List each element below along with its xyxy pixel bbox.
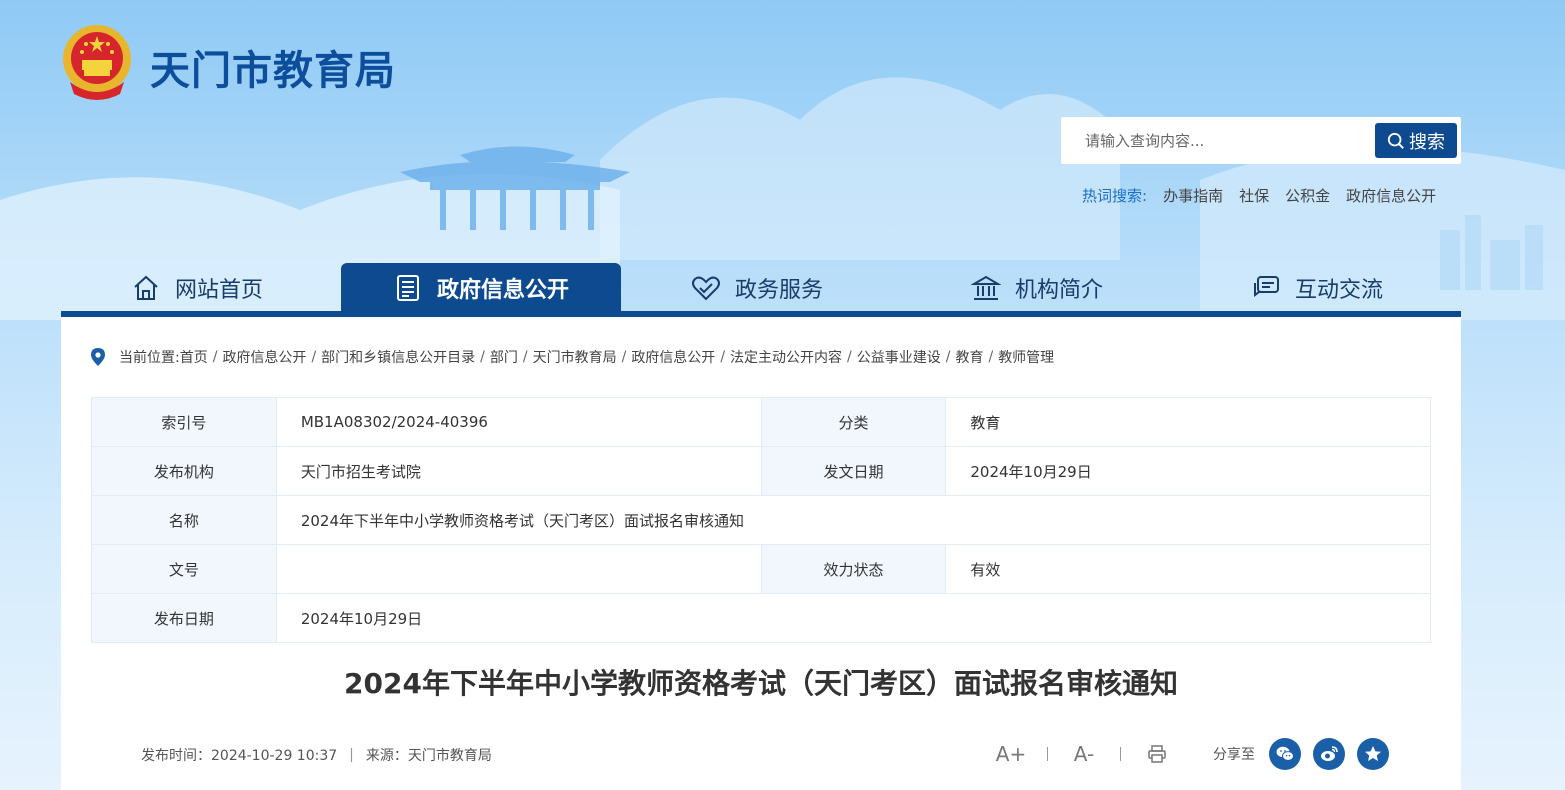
national-emblem-icon [63, 25, 131, 100]
article-source: 来源：天门市教育局 [365, 748, 492, 764]
hot-search-label: 热词搜索: [1082, 187, 1148, 205]
share-favorite-button[interactable] [1357, 738, 1389, 770]
nav-item-label: 政务服务 [735, 278, 824, 303]
category-value: 教育 [945, 397, 1431, 447]
breadcrumb-item[interactable]: 部门 [490, 347, 518, 367]
printer-icon [1148, 745, 1166, 763]
publisher-label: 发布机构 [91, 446, 277, 496]
breadcrumb-item[interactable]: 天门市教育局 [533, 347, 617, 367]
publish-time: 发布时间：2024-10-29 10:37 [141, 748, 338, 764]
breadcrumb-item[interactable]: 政府信息公开 [631, 347, 715, 367]
breadcrumb: 当前位置: 首页 / 政府信息公开 / 部门和乡镇信息公开目录 / 部门 / 天门市教育… [91, 347, 1054, 367]
category-label: 分类 [760, 397, 947, 447]
nav-item-services[interactable]: 政务服务 [691, 263, 823, 313]
hot-link-housing-fund[interactable]: 公积金 [1285, 185, 1330, 206]
star-icon [1365, 746, 1381, 761]
nav-item-gov-info[interactable]: 政府信息公开 [341, 263, 621, 313]
status-value: 有效 [945, 544, 1431, 594]
index-value: MB1A08302/2024-40396 [275, 397, 762, 447]
nav-item-institution[interactable]: 机构简介 [971, 263, 1103, 313]
search-input[interactable] [1085, 129, 1365, 153]
issue-date-value: 2024年10月29日 [945, 446, 1431, 496]
name-value: 2024年下半年中小学教师资格考试（天门考区）面试报名审核通知 [275, 495, 1432, 545]
breadcrumb-item[interactable]: 教育 [955, 347, 983, 367]
font-smaller-button[interactable]: A- [1070, 740, 1098, 768]
breadcrumb-item[interactable]: 法定主动公开内容 [730, 347, 842, 367]
issue-date-label: 发文日期 [760, 446, 947, 496]
search-button-label: 搜索 [1409, 131, 1445, 153]
hot-link-social-security[interactable]: 社保 [1239, 185, 1269, 206]
nav-item-label: 政府信息公开 [436, 278, 569, 303]
table-row: 发布机构 天门市招生考试院 发文日期 2024年10月29日 [91, 446, 1431, 496]
font-larger-button[interactable]: A+ [996, 740, 1026, 768]
breadcrumb-item[interactable]: 首页 [180, 347, 208, 367]
doc-number-value [275, 544, 762, 594]
chat-icon [1254, 276, 1279, 297]
weibo-icon [1321, 746, 1338, 761]
index-label: 索引号 [91, 397, 277, 447]
publisher-value: 天门市招生考试院 [275, 446, 762, 496]
table-row: 文号 效力状态 有效 [91, 544, 1431, 594]
status-label: 效力状态 [760, 544, 947, 594]
pub-date-label: 发布日期 [91, 593, 277, 643]
main-nav: 网站首页 政府信息公开 政务服务 机构简介 互动交流 [61, 263, 1461, 318]
nav-item-label: 网站首页 [175, 278, 264, 303]
nav-item-label: 机构简介 [1015, 278, 1104, 303]
article-tools: A+ A- 分享至 [996, 737, 1401, 771]
main-content: 当前位置: 首页 / 政府信息公开 / 部门和乡镇信息公开目录 / 部门 / 天门市教育… [61, 317, 1461, 790]
search-button[interactable]: 搜索 [1375, 123, 1457, 158]
share-wechat-button[interactable] [1269, 738, 1301, 770]
hot-search: 热词搜索: 办事指南 社保 公积金 政府信息公开 [1082, 185, 1436, 206]
share-weibo-button[interactable] [1313, 738, 1345, 770]
breadcrumb-item[interactable]: 教师管理 [998, 347, 1054, 367]
hot-link-guide[interactable]: 办事指南 [1163, 185, 1223, 206]
home-icon [134, 275, 158, 300]
table-row: 名称 2024年下半年中小学教师资格考试（天门考区）面试报名审核通知 [91, 495, 1432, 545]
location-pin-icon [91, 348, 105, 366]
search-icon [1387, 132, 1404, 149]
breadcrumb-item[interactable]: 部门和乡镇信息公开目录 [321, 347, 475, 367]
hot-link-gov-info[interactable]: 政府信息公开 [1346, 185, 1436, 206]
wechat-icon [1276, 746, 1294, 761]
nav-item-label: 互动交流 [1295, 278, 1384, 303]
search-box: 搜索 [1061, 117, 1461, 164]
print-button[interactable] [1143, 740, 1171, 768]
institution-icon [971, 275, 1001, 300]
heart-hands-icon [692, 276, 720, 301]
site-title: 天门市教育局 [150, 48, 396, 94]
name-label: 名称 [91, 495, 277, 545]
article-info-bar: 发布时间：2024-10-29 10:37 | 来源：天门市教育局 [141, 747, 492, 764]
share-label: 分享至 [1213, 747, 1255, 763]
document-metadata-table: 索引号 MB1A08302/2024-40396 分类 教育 发布机构 天门市招… [91, 397, 1432, 643]
breadcrumb-label: 当前位置: [119, 350, 180, 366]
breadcrumb-item[interactable]: 政府信息公开 [222, 347, 306, 367]
nav-item-interaction[interactable]: 互动交流 [1251, 263, 1383, 313]
article-title: 2024年下半年中小学教师资格考试（天门考区）面试报名审核通知 [344, 667, 1178, 700]
doc-number-label: 文号 [91, 544, 277, 594]
breadcrumb-item[interactable]: 公益事业建设 [857, 347, 941, 367]
document-list-icon [396, 275, 419, 301]
site-header: 天门市教育局 搜索 热词搜索: 办事指南 社保 公积金 政府信息公开 网站首页 … [0, 0, 1565, 320]
pub-date-value: 2024年10月29日 [275, 593, 1432, 643]
table-row: 发布日期 2024年10月29日 [91, 593, 1432, 643]
table-row: 索引号 MB1A08302/2024-40396 分类 教育 [91, 397, 1431, 447]
nav-item-home[interactable]: 网站首页 [131, 263, 263, 313]
